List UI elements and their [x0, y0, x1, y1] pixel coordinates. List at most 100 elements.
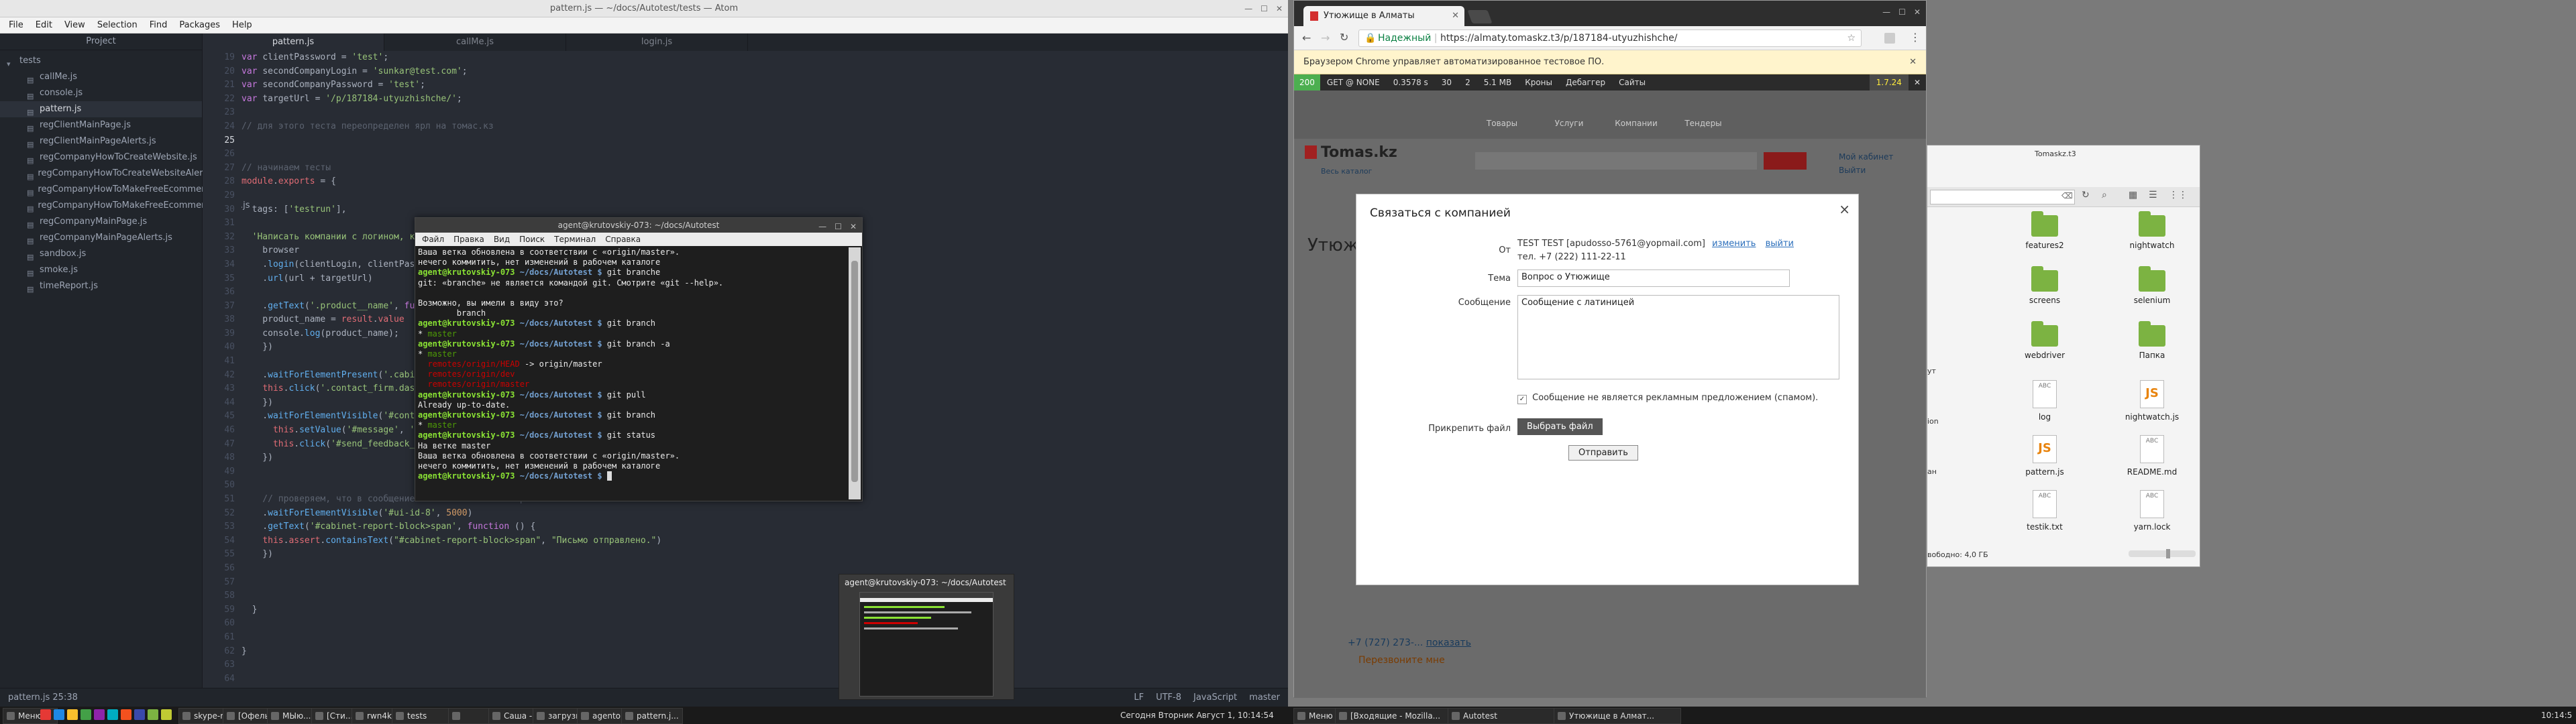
status-grammar[interactable]: JavaScript: [1193, 688, 1237, 707]
message-textarea[interactable]: Сообщение с латиницей: [1517, 295, 1839, 379]
zoom-slider-thumb[interactable]: [2166, 549, 2170, 558]
quicklaunch-icon[interactable]: [94, 709, 105, 720]
menu-help[interactable]: Help: [227, 20, 257, 30]
tab-callme[interactable]: callMe.js: [384, 34, 566, 51]
quicklaunch-icon[interactable]: [40, 709, 51, 720]
folder-item[interactable]: screens: [2008, 266, 2082, 305]
nav-companies[interactable]: Компании: [1603, 119, 1670, 128]
debug-time[interactable]: 0.3578 s: [1387, 74, 1435, 90]
folder-item[interactable]: Папка: [2115, 321, 2189, 360]
quicklaunch-icon[interactable]: [67, 709, 78, 720]
file-item[interactable]: ABC log: [2008, 380, 2082, 422]
path-field[interactable]: [1930, 190, 2075, 204]
tree-item[interactable]: Tomaskz.t3: [2035, 149, 2076, 158]
tree-file[interactable]: ▤ regClientMainPageAlerts.js: [0, 133, 202, 149]
tree-file[interactable]: ▤ regCompanyHowToCreateWebsite.js: [0, 149, 202, 166]
tree-file[interactable]: ▤ console.js: [0, 85, 202, 101]
side-item[interactable]: ан: [1927, 467, 1939, 476]
file-item[interactable]: ABC yarn.lock: [2115, 490, 2189, 532]
quicklaunch-icon[interactable]: [107, 709, 118, 720]
quicklaunch-icon[interactable]: [161, 709, 172, 720]
tree-folder[interactable]: ▾ tests: [0, 53, 202, 69]
file-item[interactable]: ABC testik.txt: [2008, 490, 2082, 532]
tree-file[interactable]: ▤ regCompanyMainPage.js: [0, 214, 202, 230]
site-search[interactable]: [1475, 152, 1757, 170]
status-git-branch[interactable]: master: [1249, 688, 1280, 707]
file-item[interactable]: JS pattern.js: [2008, 435, 2082, 477]
window-preview[interactable]: agent@krutovskiy-073: ~/docs/Autotest: [839, 574, 1014, 700]
debug-debugger[interactable]: Дебаггер: [1559, 74, 1612, 90]
debug-crons[interactable]: Кроны: [1518, 74, 1559, 90]
debug-request[interactable]: GET @ NONE: [1320, 74, 1387, 90]
status-encoding[interactable]: UTF-8: [1156, 688, 1181, 707]
cabinet-link[interactable]: Мой кабинет: [1839, 152, 1893, 162]
terminal-menu-view[interactable]: Вид: [490, 235, 514, 244]
taskbar-item[interactable]: [Входящие - Mozilla...: [1335, 708, 1464, 724]
terminal-scrollbar[interactable]: [849, 247, 861, 499]
bookmark-star-icon[interactable]: ☆: [1847, 30, 1856, 46]
tab-close-icon[interactable]: ✕: [1452, 6, 1459, 26]
modal-close-icon[interactable]: ×: [1839, 201, 1850, 217]
spam-checkbox[interactable]: ✓: [1517, 395, 1527, 404]
terminal-menu-file[interactable]: Файл: [418, 235, 448, 244]
menu-file[interactable]: File: [4, 20, 28, 30]
debug-queries[interactable]: 30: [1435, 74, 1458, 90]
file-item[interactable]: ABC README.md: [2115, 435, 2189, 477]
tree-file[interactable]: ▤ callMe.js: [0, 69, 202, 85]
menu-edit[interactable]: Edit: [31, 20, 57, 30]
menu-packages[interactable]: Packages: [174, 20, 225, 30]
side-item[interactable]: ion: [1927, 417, 1939, 426]
tree-file[interactable]: ▤ regCompanyHowToMakeFreeEcommerce.js: [0, 182, 225, 198]
quicklaunch-icon[interactable]: [148, 709, 158, 720]
all-catalog-link[interactable]: Весь каталог: [1321, 167, 1372, 176]
list-view-icon[interactable]: ☰: [2149, 190, 2157, 200]
taskbar-item[interactable]: Autotest: [1448, 708, 1570, 724]
submit-button[interactable]: Отправить: [1568, 445, 1638, 461]
status-line-ending[interactable]: LF: [1134, 688, 1144, 707]
debug-status[interactable]: 200: [1294, 74, 1320, 90]
terminal-menu-terminal[interactable]: Терминал: [550, 235, 600, 244]
folder-item[interactable]: nightwatch: [2115, 211, 2189, 250]
folder-item[interactable]: webdriver: [2008, 321, 2082, 360]
minimize-icon[interactable]: —: [1244, 0, 1252, 17]
chrome-tab-active[interactable]: Утюжище в Алматы ✕: [1303, 6, 1464, 26]
zoom-slider[interactable]: [2129, 549, 2196, 558]
quicklaunch-icon[interactable]: [121, 709, 131, 720]
compact-view-icon[interactable]: ⋮⋮: [2169, 190, 2188, 200]
menu-selection[interactable]: Selection: [93, 20, 142, 30]
close-icon[interactable]: ✕: [850, 219, 857, 234]
tree-file[interactable]: ▤ regCompanyHowToCreateWebsiteAlerts.js: [0, 166, 221, 182]
minimize-icon[interactable]: —: [1882, 7, 1890, 17]
close-icon[interactable]: ✕: [1914, 7, 1921, 17]
taskbar-item[interactable]: Утюжище в Алмат...: [1554, 708, 1681, 724]
reload-icon[interactable]: ↻: [1340, 31, 1348, 44]
logout-link-modal[interactable]: выйти: [1766, 239, 1794, 249]
debug-sites[interactable]: Сайты: [1612, 74, 1652, 90]
tray-clock-left[interactable]: Сегодня Вторник Август 1, 10:14:54: [1120, 707, 1274, 724]
terminal-menu-edit[interactable]: Правка: [449, 235, 488, 244]
tree-file[interactable]: ▤ regCompanyHowToMakeFreeEcommerceAlerts.…: [0, 198, 250, 214]
search-icon[interactable]: [1764, 152, 1807, 170]
icon-view-icon[interactable]: ▦: [2129, 190, 2137, 200]
side-item[interactable]: ут: [1927, 367, 1939, 375]
close-icon[interactable]: ✕: [1276, 0, 1283, 17]
menu-view[interactable]: View: [60, 20, 90, 30]
quicklaunch-icon[interactable]: [134, 709, 145, 720]
back-icon[interactable]: ←: [1302, 32, 1311, 44]
tab-pattern[interactable]: pattern.js: [203, 34, 384, 51]
tab-login[interactable]: login.js: [566, 34, 748, 51]
maximize-icon[interactable]: ☐: [835, 219, 842, 234]
clear-path-icon[interactable]: ⌫: [2061, 191, 2073, 200]
address-bar[interactable]: 🔒 Надежный | https://almaty.tomaskz.t3/p…: [1358, 29, 1862, 47]
file-item[interactable]: JS nightwatch.js: [2115, 380, 2189, 422]
callback-link[interactable]: Перезвоните мне: [1358, 655, 1445, 666]
search-icon[interactable]: ⌕: [2102, 190, 2107, 200]
tree-file[interactable]: ▤ smoke.js: [0, 262, 202, 278]
tree-file[interactable]: ▤ pattern.js: [0, 101, 202, 117]
maximize-icon[interactable]: ☐: [1260, 0, 1268, 17]
quicklaunch-icon[interactable]: [54, 709, 64, 720]
nav-goods[interactable]: Товары: [1468, 119, 1536, 128]
folder-item[interactable]: selenium: [2115, 266, 2189, 305]
extension-icon[interactable]: [1884, 33, 1895, 44]
new-tab-button[interactable]: [1467, 10, 1493, 23]
